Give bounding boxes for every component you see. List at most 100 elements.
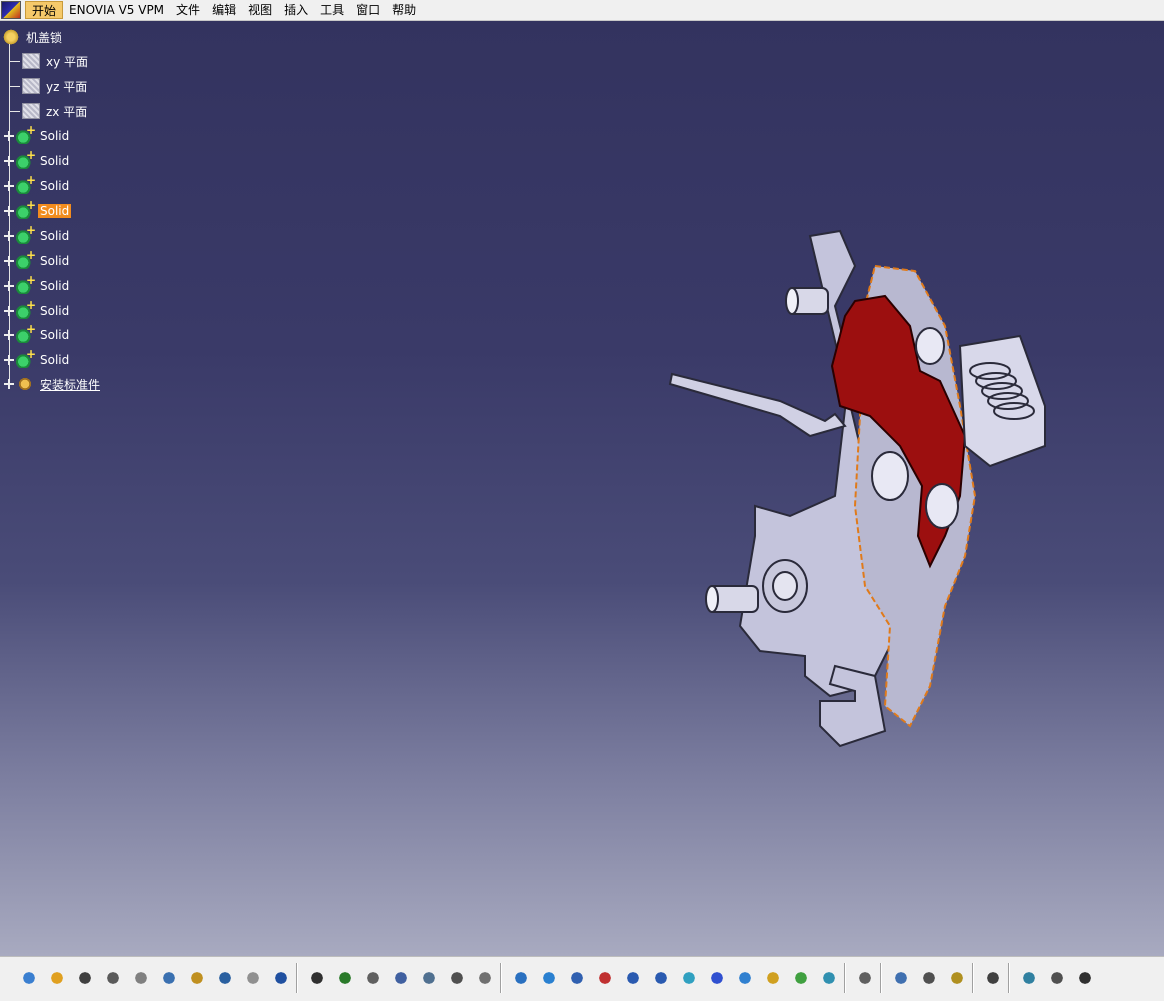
expand-icon[interactable]	[4, 131, 14, 141]
menu-window[interactable]: 窗口	[350, 1, 386, 19]
copy-icon[interactable]	[158, 967, 180, 989]
rotate-icon[interactable]	[594, 967, 616, 989]
plane-icon	[22, 53, 40, 69]
menu-start[interactable]: 开始	[25, 1, 64, 19]
menu-view[interactable]: 视图	[242, 1, 278, 19]
menu-tools[interactable]: 工具	[314, 1, 350, 19]
undo-icon[interactable]	[214, 967, 236, 989]
menu-enovia[interactable]: ENOVIA V5 VPM	[63, 1, 170, 19]
paste-icon[interactable]	[186, 967, 208, 989]
swap-visible-icon-glyph	[820, 969, 838, 987]
tree-label-solid: Solid	[40, 353, 70, 367]
menu-edit[interactable]: 编辑	[206, 1, 242, 19]
axis-icon[interactable]	[1074, 967, 1096, 989]
hide-show-icon[interactable]	[790, 967, 812, 989]
cut-icon[interactable]	[130, 967, 152, 989]
measure-icon[interactable]	[890, 967, 912, 989]
tree-node-solid-1[interactable]: Solid	[4, 123, 71, 146]
knowledge-icon[interactable]	[362, 967, 384, 989]
tree-node-solid-9[interactable]: Solid	[4, 322, 71, 345]
lock-icon[interactable]	[446, 967, 468, 989]
redo-icon[interactable]	[242, 967, 264, 989]
tree-node-solid-8[interactable]: Solid	[4, 298, 71, 321]
save-icon[interactable]	[74, 967, 96, 989]
tree-node-standard-parts[interactable]: 安装标准件	[4, 374, 102, 394]
tree-root-label: 机盖锁	[26, 30, 63, 45]
tree-node-solid-3[interactable]: Solid	[4, 173, 71, 196]
expand-icon[interactable]	[4, 231, 14, 241]
normal-view-icon[interactable]	[678, 967, 700, 989]
tree-node-xy-plane[interactable]: xy 平面	[10, 51, 90, 71]
fly-mode-icon[interactable]	[510, 967, 532, 989]
tree-label-zx-plane: zx 平面	[46, 104, 88, 119]
3d-viewport[interactable]: 机盖锁 xy 平面 yz 平面 zx 平面 Solid Solid	[0, 21, 1164, 956]
tree-node-yz-plane[interactable]: yz 平面	[10, 76, 89, 96]
expand-icon[interactable]	[4, 156, 14, 166]
table-icon[interactable]	[390, 967, 412, 989]
tree-node-solid-10[interactable]: Solid	[4, 347, 71, 370]
new-icon[interactable]	[18, 967, 40, 989]
print-icon[interactable]	[102, 967, 124, 989]
tree-label-solid: Solid	[40, 328, 70, 342]
tree-node-zx-plane[interactable]: zx 平面	[10, 101, 89, 121]
lock-icon-glyph	[448, 969, 466, 987]
iso-view-icon[interactable]	[734, 967, 756, 989]
open-icon[interactable]	[46, 967, 68, 989]
fit-all-icon[interactable]	[538, 967, 560, 989]
fit-all-icon-glyph	[540, 969, 558, 987]
menu-insert[interactable]: 插入	[278, 1, 314, 19]
formula-icon[interactable]	[306, 967, 328, 989]
mass-icon[interactable]	[946, 967, 968, 989]
plane-icon	[22, 103, 40, 119]
hand-icon[interactable]	[1046, 967, 1068, 989]
shading-icon[interactable]	[762, 967, 784, 989]
menu-file[interactable]: 文件	[170, 1, 206, 19]
pan-icon[interactable]	[566, 967, 588, 989]
expand-icon[interactable]	[4, 181, 14, 191]
measure-item-icon[interactable]	[918, 967, 940, 989]
menu-help[interactable]: 帮助	[386, 1, 422, 19]
zoom-out-icon-glyph	[652, 969, 670, 987]
solid-icon	[16, 248, 36, 269]
lever-arm	[668, 372, 847, 438]
knowledge-icon-glyph	[364, 969, 382, 987]
tree-node-solid-5[interactable]: Solid	[4, 223, 71, 246]
multi-view-icon[interactable]	[706, 967, 728, 989]
tree-label-solid: Solid	[40, 279, 70, 293]
expand-icon[interactable]	[4, 206, 14, 216]
tree-node-solid-2[interactable]: Solid	[4, 148, 71, 171]
catalog-icon[interactable]	[854, 967, 876, 989]
comment-icon-glyph	[336, 969, 354, 987]
solid-icon	[16, 173, 36, 194]
tree-node-solid-4[interactable]: Solid	[4, 198, 72, 221]
refresh-icon[interactable]	[1018, 967, 1040, 989]
parameters-icon[interactable]	[474, 967, 496, 989]
capture-icon[interactable]	[982, 967, 1004, 989]
undo-icon-glyph	[216, 969, 234, 987]
tree-node-root[interactable]: 机盖锁	[2, 27, 64, 47]
expand-icon[interactable]	[4, 281, 14, 291]
graph-tree-icon[interactable]	[418, 967, 440, 989]
tree-label-solid: Solid	[40, 229, 70, 243]
zoom-in-icon[interactable]	[622, 967, 644, 989]
expand-icon[interactable]	[4, 256, 14, 266]
tree-label-solid-selected: Solid	[38, 204, 72, 218]
swap-visible-icon[interactable]	[818, 967, 840, 989]
expand-icon[interactable]	[4, 355, 14, 365]
whats-this-icon[interactable]	[270, 967, 292, 989]
tree-label-solid: Solid	[40, 254, 70, 268]
hood-latch-model[interactable]	[660, 206, 1060, 766]
tree-node-solid-6[interactable]: Solid	[4, 248, 71, 271]
zoom-out-icon[interactable]	[650, 967, 672, 989]
table-icon-glyph	[392, 969, 410, 987]
expand-icon[interactable]	[4, 379, 14, 389]
tree-node-solid-7[interactable]: Solid	[4, 273, 71, 296]
catia-logo-icon[interactable]	[1, 1, 21, 19]
open-icon-glyph	[48, 969, 66, 987]
mass-icon-glyph	[948, 969, 966, 987]
expand-icon[interactable]	[4, 330, 14, 340]
toolbar-separator	[972, 963, 974, 993]
comment-icon[interactable]	[334, 967, 356, 989]
catalog-icon-glyph	[856, 969, 874, 987]
expand-icon[interactable]	[4, 306, 14, 316]
